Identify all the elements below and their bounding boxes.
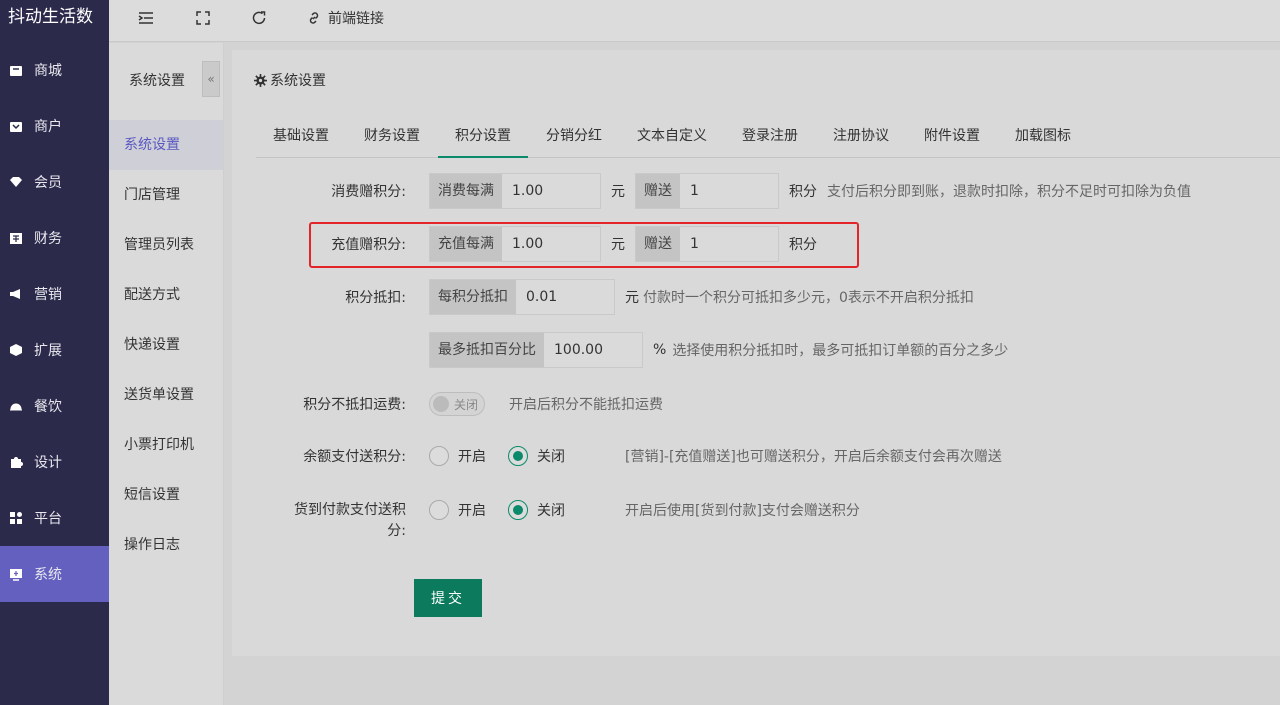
consume-amount-group: 消费每满: [429, 173, 601, 209]
deduct-max-input[interactable]: [544, 333, 642, 367]
system-icon: [10, 569, 22, 581]
nav-item-1[interactable]: 商户: [0, 98, 109, 154]
balance-pay-row: 余额支付送积分: 开启 关闭 [营销]-[充值赠送]也可赠送积分，开启后余额支付…: [0, 446, 1002, 466]
panel-title: 系统设置: [254, 70, 326, 90]
consume-points-label: 消费赠积分:: [331, 184, 406, 200]
tab-6[interactable]: 注册协议: [816, 116, 906, 158]
secondary-menu: 系统设置 « 系统设置 门店管理 管理员列表 配送方式 快递设置 送货单设置 小票打印机 短信…: [109, 43, 224, 705]
recharge-points-unit: 积分: [789, 237, 817, 253]
cod-pay-label-line2: 分:: [387, 523, 406, 539]
settings-tabs: 基础设置 财务设置 积分设置 分销分红 文本自定义 登录注册 注册协议 附件设置 加载图标: [256, 116, 1280, 158]
nav-item-0[interactable]: 商城: [0, 42, 109, 98]
top-bar: 前端链接: [109, 0, 1280, 42]
cod-pay-label: 货到付款支付送积 分:: [0, 500, 406, 542]
collapse-button[interactable]: «: [202, 61, 220, 97]
cod-pay-off-radio[interactable]: 关闭: [508, 500, 565, 520]
deduct-max-addon: 最多抵扣百分比: [430, 333, 544, 367]
radio-label: 开启: [458, 503, 486, 519]
cod-pay-label-line1: 货到付款支付送积: [294, 502, 406, 518]
no-freight-row: 积分不抵扣运费: 关闭 开启后积分不能抵扣运费: [0, 392, 663, 416]
deduct-max-hint: 选择使用积分抵扣时，最多可抵扣订单额的百分之多少: [672, 343, 1009, 359]
consume-points-hint: 支付后积分即到账，退款时扣除，积分不足时可扣除为负值: [827, 184, 1191, 200]
no-freight-hint: 开启后积分不能抵扣运费: [509, 397, 663, 413]
brand-logo: 抖动生活数: [8, 7, 93, 27]
radio-label: 关闭: [537, 503, 565, 519]
consume-give-addon: 赠送: [636, 174, 680, 208]
consume-points-row: 消费赠积分: 消费每满 元 赠送 积分 支付后积分即到账，退款时扣除，积分不足时…: [0, 173, 1191, 209]
deduct-hint: 付款时一个积分可抵扣多少元，0表示不开启积分抵扣: [643, 290, 974, 306]
deduct-max-row: 最多抵扣百分比 % 选择使用积分抵扣时，最多可抵扣订单额的百分之多少: [0, 332, 1008, 368]
cod-pay-row: 货到付款支付送积 分: 开启 关闭 开启后使用[货到付款]支付会赠送积分: [0, 500, 860, 542]
gear-icon: [254, 73, 267, 87]
menu-toggle-icon[interactable]: [138, 8, 154, 28]
consume-yuan-unit: 元: [611, 184, 625, 200]
recharge-give-addon: 赠送: [636, 227, 680, 261]
recharge-give-input[interactable]: [680, 227, 778, 261]
fullscreen-icon[interactable]: [195, 8, 211, 28]
no-freight-switch[interactable]: 关闭: [429, 392, 485, 416]
cod-pay-on-radio[interactable]: 开启: [429, 500, 486, 520]
recharge-points-row: 充值赠积分: 充值每满 元 赠送 积分: [0, 226, 827, 262]
balance-pay-off-radio[interactable]: 关闭: [508, 446, 565, 466]
tab-0[interactable]: 基础设置: [256, 116, 346, 158]
recharge-yuan-unit: 元: [611, 237, 625, 253]
radio-dot: [513, 505, 523, 515]
consume-give-input[interactable]: [680, 174, 778, 208]
tab-7[interactable]: 附件设置: [907, 116, 997, 158]
deduct-group: 每积分抵扣: [429, 279, 615, 315]
deduct-addon: 每积分抵扣: [430, 280, 516, 314]
consume-give-group: 赠送: [635, 173, 779, 209]
recharge-points-label: 充值赠积分:: [331, 237, 406, 253]
balance-pay-hint: [营销]-[充值赠送]也可赠送积分，开启后余额支付会再次赠送: [625, 449, 1002, 465]
radio-circle: [429, 500, 449, 520]
radio-circle: [508, 446, 528, 466]
recharge-give-group: 赠送: [635, 226, 779, 262]
refresh-icon[interactable]: [251, 8, 267, 28]
balance-pay-label: 余额支付送积分:: [303, 449, 406, 465]
link-icon: [309, 12, 319, 24]
tab-8[interactable]: 加载图标: [998, 116, 1088, 158]
deduct-max-unit: %: [653, 342, 667, 358]
nav-item-9[interactable]: 系统: [0, 546, 109, 602]
tab-3[interactable]: 分销分红: [529, 116, 619, 158]
recharge-amount-group: 充值每满: [429, 226, 601, 262]
frontend-link-label: 前端链接: [328, 11, 384, 27]
radio-dot: [513, 451, 523, 461]
deduct-max-group: 最多抵扣百分比: [429, 332, 643, 368]
switch-knob: [433, 396, 449, 412]
radio-label: 开启: [458, 449, 486, 465]
deduct-unit: 元: [625, 290, 639, 306]
submenu-item-0[interactable]: 系统设置: [109, 120, 223, 170]
switch-text: 关闭: [454, 397, 479, 412]
deduct-row: 积分抵扣: 每积分抵扣 元 付款时一个积分可抵扣多少元，0表示不开启积分抵扣: [0, 279, 974, 315]
deduct-input[interactable]: [516, 280, 614, 314]
radio-circle: [508, 500, 528, 520]
no-freight-label: 积分不抵扣运费:: [303, 397, 406, 413]
tab-5[interactable]: 登录注册: [725, 116, 815, 158]
balance-pay-on-radio[interactable]: 开启: [429, 446, 486, 466]
consume-amount-addon: 消费每满: [430, 174, 502, 208]
frontend-link-button[interactable]: 前端链接: [306, 8, 384, 28]
radio-label: 关闭: [537, 449, 565, 465]
cod-pay-hint: 开启后使用[货到付款]支付会赠送积分: [625, 503, 860, 519]
nav-item-label: 商城: [34, 63, 62, 79]
consume-amount-input[interactable]: [502, 174, 600, 208]
recharge-amount-addon: 充值每满: [430, 227, 502, 261]
nav-item-label: 系统: [34, 567, 62, 583]
tab-4[interactable]: 文本自定义: [620, 116, 724, 158]
panel-title-text: 系统设置: [270, 73, 326, 89]
radio-circle: [429, 446, 449, 466]
consume-points-unit: 积分: [789, 184, 817, 200]
merchant-icon: [10, 122, 22, 132]
deduct-label: 积分抵扣:: [345, 290, 406, 306]
tab-2[interactable]: 积分设置: [438, 116, 528, 158]
submit-button[interactable]: 提交: [414, 579, 482, 617]
tab-1[interactable]: 财务设置: [347, 116, 437, 158]
nav-item-label: 商户: [34, 119, 62, 135]
recharge-amount-input[interactable]: [502, 227, 600, 261]
store-icon: [10, 66, 22, 76]
